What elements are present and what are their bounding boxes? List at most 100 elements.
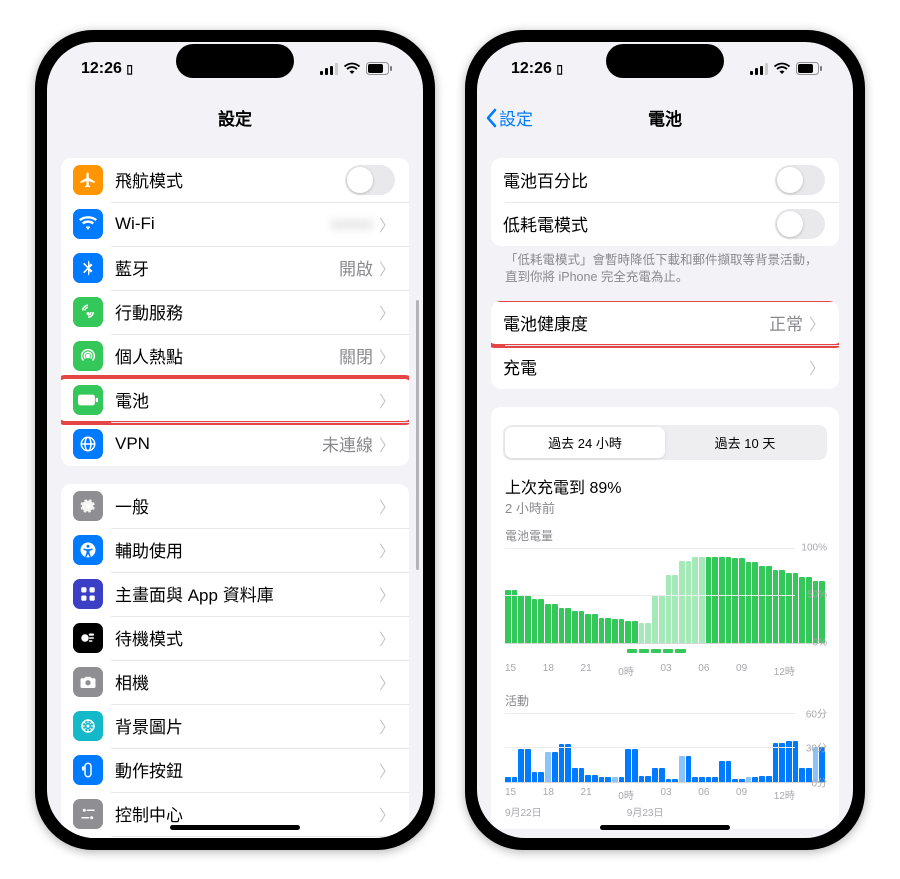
bar xyxy=(552,604,558,642)
bar xyxy=(726,557,732,642)
row-low-power[interactable]: 低耗電模式 xyxy=(491,202,839,246)
bar xyxy=(599,618,605,643)
bar xyxy=(559,608,565,643)
row-camera[interactable]: 相機〉 xyxy=(61,660,409,704)
bar xyxy=(659,768,665,782)
bar xyxy=(619,777,625,782)
x-tick: 15 xyxy=(505,663,516,678)
bar xyxy=(565,744,571,781)
battery-content[interactable]: 電池百分比低耗電模式 「低耗電模式」會暫時降低下載和郵件擷取等背景活動，直到你將… xyxy=(477,140,853,838)
bar xyxy=(739,558,745,642)
bar xyxy=(572,611,578,643)
home-indicator[interactable] xyxy=(600,825,730,830)
battery-usage-card: 過去 24 小時 過去 10 天 上次充電到 89% 2 小時前 電池電量 10… xyxy=(491,407,839,829)
row-cellular[interactable]: 行動服務〉 xyxy=(61,290,409,334)
bar xyxy=(512,777,518,782)
battery-level-chart[interactable]: 100% 50% 0% xyxy=(505,548,825,644)
nav-bar: 設定 xyxy=(47,96,423,140)
row-label: 飛航模式 xyxy=(115,167,345,192)
toggle[interactable] xyxy=(775,209,825,239)
bar xyxy=(625,749,631,782)
bar xyxy=(766,776,772,782)
row-value: 開啟 xyxy=(339,255,373,280)
dynamic-island xyxy=(606,44,724,78)
bar xyxy=(692,777,698,782)
bar xyxy=(679,561,685,643)
home-indicator[interactable] xyxy=(170,825,300,830)
row-search[interactable]: 搜尋〉 xyxy=(61,836,409,838)
x-tick: 03 xyxy=(661,787,672,802)
bar xyxy=(779,743,785,782)
bar xyxy=(545,752,551,781)
bar xyxy=(659,595,665,643)
wallpaper-icon xyxy=(73,711,103,741)
chevron-left-icon xyxy=(485,108,497,128)
row-wallpaper[interactable]: 背景圖片〉 xyxy=(61,704,409,748)
dynamic-island xyxy=(176,44,294,78)
row-airplane[interactable]: 飛航模式 xyxy=(61,158,409,202)
row-label: 動作按鈕 xyxy=(115,757,379,782)
bar xyxy=(759,566,765,643)
row-vpn[interactable]: VPN未連線〉 xyxy=(61,422,409,466)
segment-24h[interactable]: 過去 24 小時 xyxy=(505,427,665,458)
row-battery-percent[interactable]: 電池百分比 xyxy=(491,158,839,202)
bar xyxy=(645,623,651,642)
chevron-right-icon: 〉 xyxy=(379,432,395,456)
phone-battery: 12:26 ▯ 設定 電池 電池百分比低耗電模式 「低耗電模式」會暫時降低下載和… xyxy=(465,30,865,850)
cellular-signal-icon xyxy=(320,63,338,75)
bar xyxy=(666,575,672,642)
row-homescreen[interactable]: 主畫面與 App 資料庫〉 xyxy=(61,572,409,616)
x-tick: 12時 xyxy=(774,663,795,678)
battery-icon xyxy=(366,62,393,75)
bar xyxy=(592,775,598,782)
toggle[interactable] xyxy=(775,165,825,195)
bar xyxy=(579,768,585,782)
bar xyxy=(712,777,718,782)
row-general[interactable]: 一般〉 xyxy=(61,484,409,528)
row-hotspot[interactable]: 個人熱點關閉〉 xyxy=(61,334,409,378)
row-label: 電池百分比 xyxy=(503,167,775,192)
row-charging[interactable]: 充電〉 xyxy=(491,345,839,389)
bar xyxy=(786,573,792,642)
x-tick: 06 xyxy=(698,663,709,678)
time-range-segment[interactable]: 過去 24 小時 過去 10 天 xyxy=(503,425,827,460)
bar xyxy=(518,749,524,782)
battery-icon xyxy=(796,62,823,75)
segment-10d[interactable]: 過去 10 天 xyxy=(665,427,825,458)
bar xyxy=(799,768,805,782)
bar xyxy=(612,777,618,782)
settings-content[interactable]: 飛航模式 Wi-Fixxxxx〉藍牙開啟〉行動服務〉個人熱點關閉〉電池〉VPN未連… xyxy=(47,140,423,838)
homescreen-icon xyxy=(73,579,103,609)
bar xyxy=(505,777,511,782)
row-battery[interactable]: 電池〉 xyxy=(61,378,409,422)
bar xyxy=(726,761,732,782)
back-button[interactable]: 設定 xyxy=(485,105,533,130)
bar xyxy=(538,599,544,642)
bar xyxy=(545,604,551,642)
cellular-signal-icon xyxy=(750,63,768,75)
row-action-button[interactable]: 動作按鈕〉 xyxy=(61,748,409,792)
bar xyxy=(779,570,785,643)
general-icon xyxy=(73,491,103,521)
low-power-note: 「低耗電模式」會暫時降低下載和郵件擷取等背景活動，直到你將 iPhone 完全充… xyxy=(491,246,839,287)
bar xyxy=(719,557,725,642)
row-standby[interactable]: 待機模式〉 xyxy=(61,616,409,660)
bar xyxy=(639,623,645,642)
toggle[interactable] xyxy=(345,165,395,195)
control-center-icon xyxy=(73,799,103,829)
chevron-right-icon: 〉 xyxy=(379,582,395,606)
standby-icon xyxy=(73,623,103,653)
bar xyxy=(686,756,692,782)
bar xyxy=(632,621,638,642)
activity-chart[interactable]: 60分 30分 0分 xyxy=(505,713,825,783)
row-accessibility[interactable]: 輔助使用〉 xyxy=(61,528,409,572)
bar xyxy=(739,779,745,781)
bar xyxy=(512,590,518,643)
row-bluetooth[interactable]: 藍牙開啟〉 xyxy=(61,246,409,290)
bar xyxy=(585,775,591,782)
bar xyxy=(572,768,578,782)
row-battery-health[interactable]: 電池健康度正常〉 xyxy=(491,301,839,345)
row-wifi[interactable]: Wi-Fixxxxx〉 xyxy=(61,202,409,246)
bar xyxy=(793,741,799,782)
bar xyxy=(532,772,538,781)
